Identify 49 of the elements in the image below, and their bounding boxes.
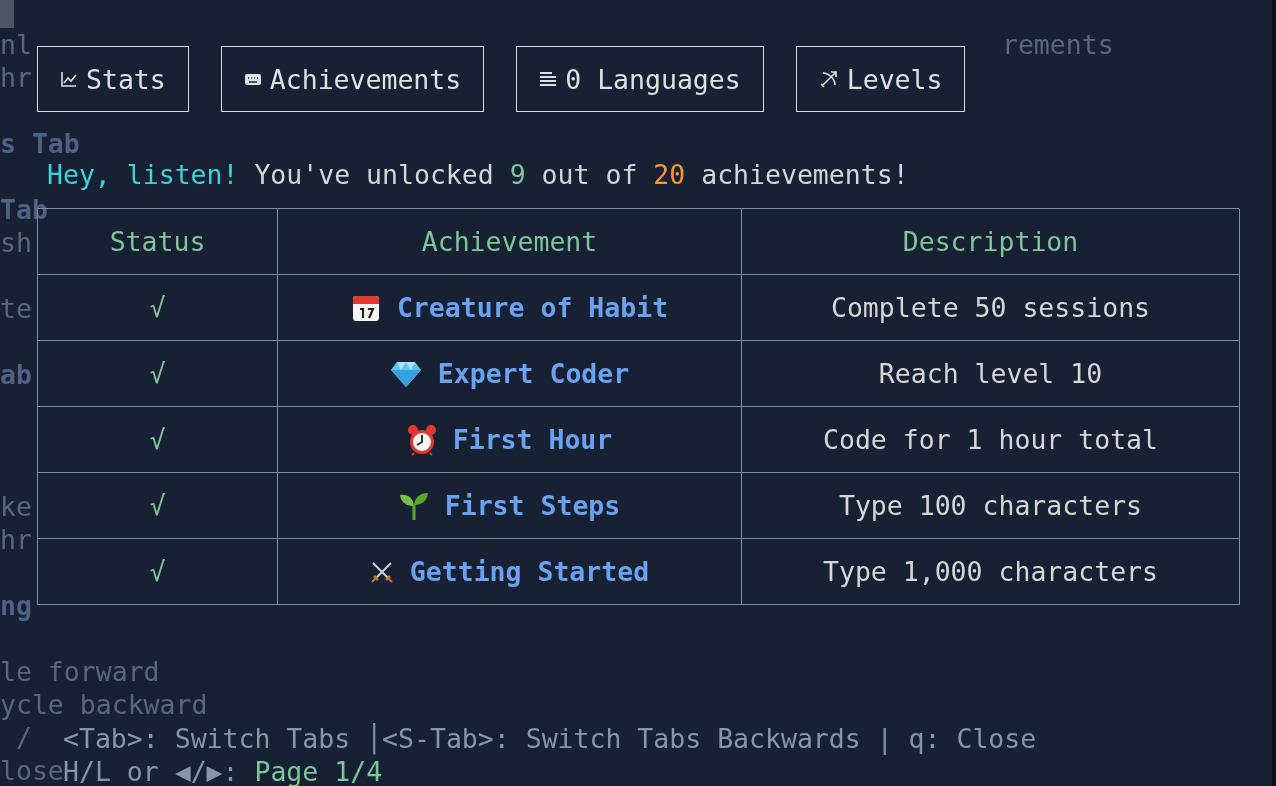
background-text: rements (1001, 28, 1114, 61)
gem-icon (389, 359, 422, 388)
cursor (0, 0, 14, 28)
tab[interactable]: Achievements (220, 46, 485, 112)
background-text: te (0, 292, 32, 325)
achievement-name: Creature of Habit (396, 292, 669, 323)
achievement-name: First Steps (444, 490, 621, 521)
tab[interactable]: Levels (795, 46, 966, 112)
bow-arrow-icon (818, 69, 839, 89)
achievement-name: Expert Coder (437, 358, 630, 389)
page-indicator: Page 1/4 (254, 756, 383, 786)
keyboard-icon (243, 72, 262, 86)
background-text: ke (0, 490, 32, 523)
background-text: ng (0, 589, 32, 622)
achievement-description: Code for 1 hour total (822, 424, 1158, 455)
status-check: √ (149, 358, 166, 389)
background-text: nl (0, 28, 32, 61)
status-check: √ (149, 490, 166, 521)
background-text: Tab (0, 193, 48, 226)
achievement-name: Getting Started (409, 556, 650, 587)
alarm-clock-icon (406, 423, 437, 456)
chart-icon (60, 70, 78, 88)
background-text: lose (0, 754, 64, 786)
crossed-swords-icon (369, 559, 394, 584)
achievement-description: Type 100 characters (838, 490, 1143, 521)
background-text: ab (0, 358, 32, 391)
column-header: Description (902, 226, 1079, 257)
background-text: ycle backward (0, 688, 208, 721)
key-hints: <Tab>: Switch Tabs │<S-Tab>: Switch Tabs Backwards | q: Close (63, 722, 1038, 755)
achievement-name: First Hour (452, 424, 613, 455)
status-check: √ (149, 424, 166, 455)
list-icon (539, 70, 558, 88)
background-text: / (15, 721, 32, 754)
achievement-description: Complete 50 sessions (830, 292, 1151, 323)
background-text: le forward (0, 655, 160, 688)
column-header: Status (109, 226, 206, 257)
sprout-icon (398, 490, 429, 521)
achievement-description: Type 1,000 characters (822, 556, 1158, 587)
tab[interactable]: Stats (37, 46, 189, 112)
paging-hint: H/L or ◀/▶: (63, 756, 240, 786)
column-header: Achievement (421, 226, 598, 257)
status-check: √ (149, 556, 166, 587)
background-text: s Tab (0, 127, 80, 160)
achievement-description: Reach level 10 (878, 358, 1103, 389)
background-text: sh (0, 226, 32, 259)
status-check: √ (149, 292, 166, 323)
background-text: hr (0, 61, 32, 94)
tab[interactable]: 0 Languages (516, 46, 764, 112)
background-text: hr (0, 523, 32, 556)
